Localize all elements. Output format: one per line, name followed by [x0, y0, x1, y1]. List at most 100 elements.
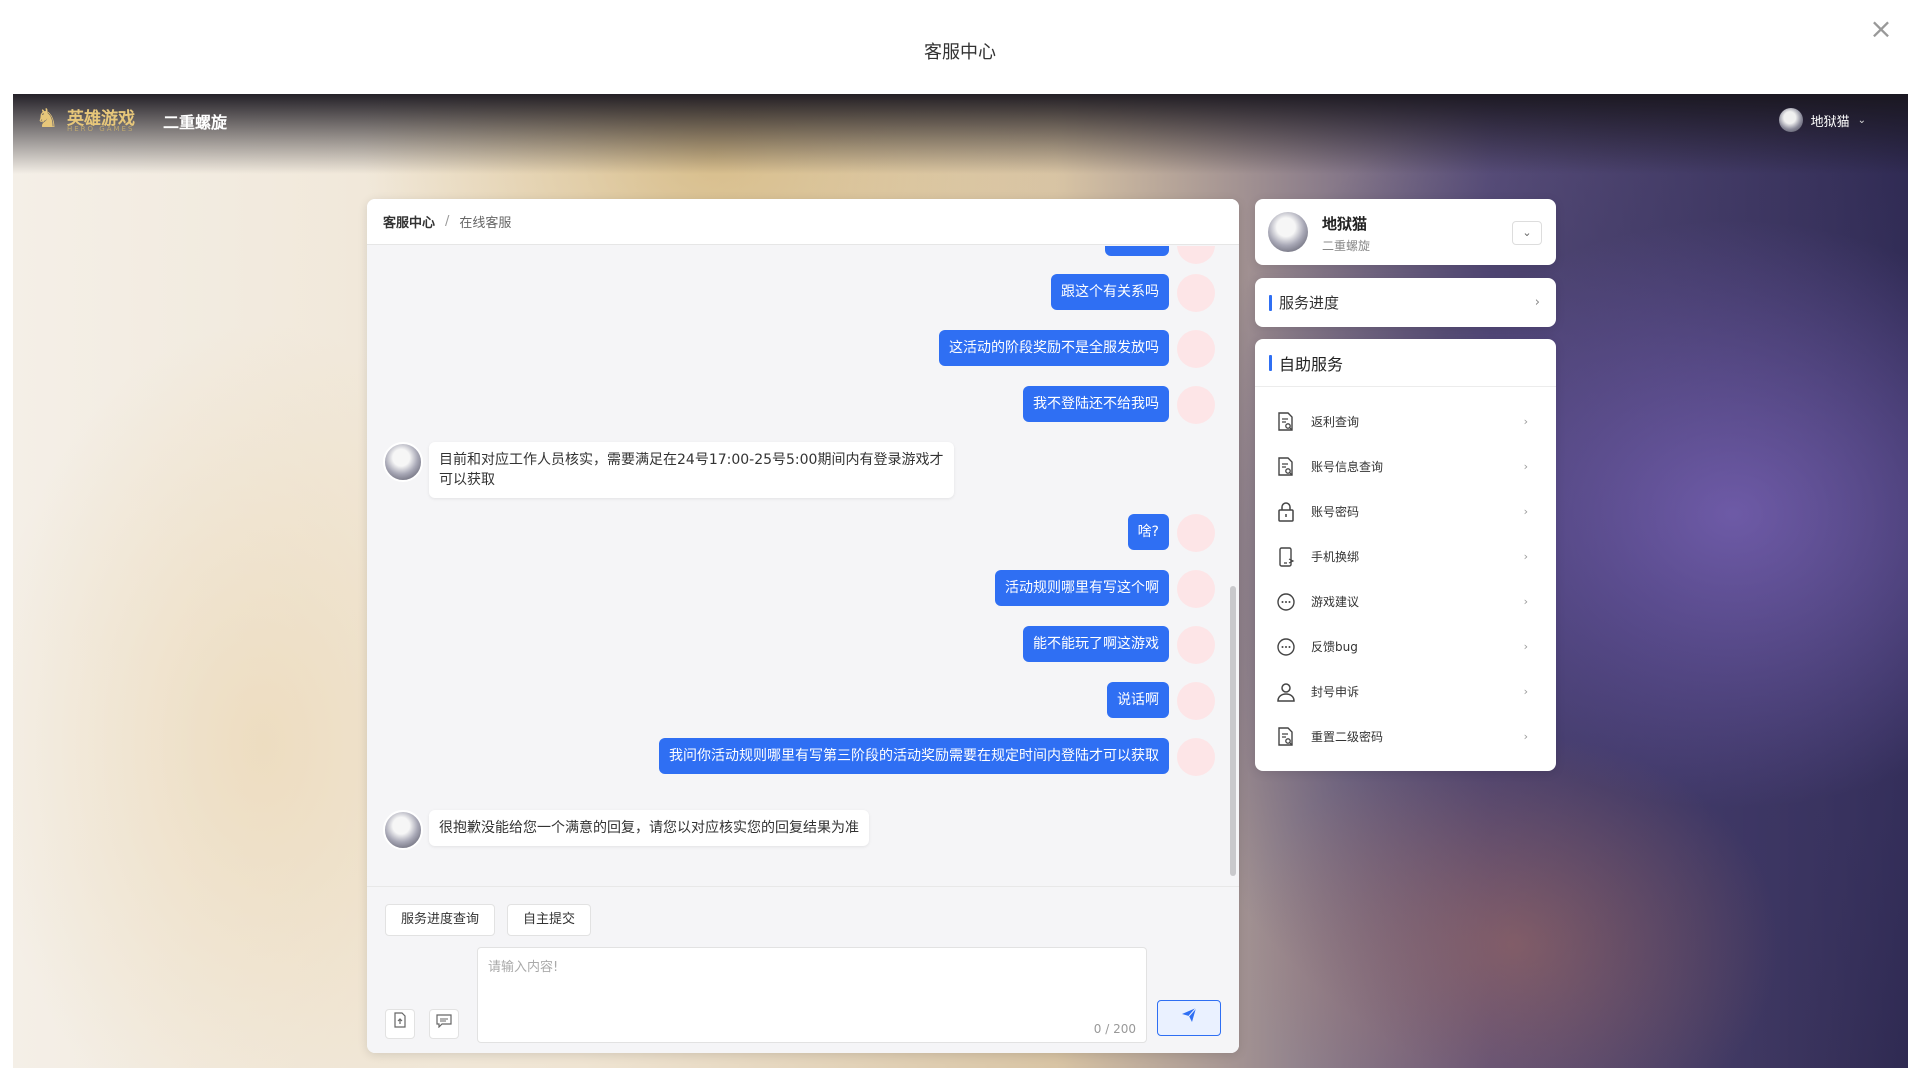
user-menu[interactable]: 地狱猫 ⌄	[1778, 108, 1866, 132]
service-item-label: 封号申诉	[1311, 685, 1360, 699]
send-icon	[1182, 1007, 1197, 1022]
message-bubble: 这活动的阶段奖励不是全服发放吗	[939, 330, 1169, 366]
message-bubble	[1105, 246, 1169, 256]
chevron-right-icon: ›	[1534, 295, 1540, 310]
message-row	[1105, 246, 1215, 264]
service-item-label: 反馈bug	[1311, 640, 1358, 654]
breadcrumb-home[interactable]: 客服中心	[383, 212, 435, 231]
breadcrumb: 客服中心 / 在线客服	[367, 199, 1239, 245]
lock-icon	[1275, 501, 1297, 523]
service-item-phone-rebind[interactable]: 手机换绑 ›	[1255, 534, 1556, 579]
accent-bar	[1269, 354, 1272, 371]
avatar	[1177, 514, 1215, 552]
chevron-right-icon: ›	[1523, 415, 1528, 428]
self-service-title: 自助服务	[1255, 339, 1556, 387]
avatar	[1177, 738, 1215, 776]
message-bubble: 活动规则哪里有写这个啊	[995, 570, 1169, 606]
message-template-icon[interactable]	[429, 1009, 459, 1039]
service-item-reset-secondary-password[interactable]: 重置二级密码 ›	[1255, 714, 1556, 759]
message-row: 活动规则哪里有写这个啊	[995, 570, 1215, 608]
chevron-right-icon: ›	[1523, 730, 1528, 743]
service-item-label: 重置二级密码	[1311, 730, 1384, 744]
self-service-card: 自助服务 返利查询 › 账号信息查询 › 账号密码 › 手机换绑 › 游戏建议 …	[1255, 339, 1556, 771]
avatar	[1778, 108, 1803, 132]
message-row: 跟这个有关系吗	[1051, 274, 1215, 312]
service-progress-label: 服务进度	[1279, 294, 1340, 312]
service-item-label: 手机换绑	[1311, 550, 1360, 564]
message-row: 这活动的阶段奖励不是全服发放吗	[939, 330, 1215, 368]
message-input[interactable]	[478, 948, 1146, 1042]
message-row: 很抱歉没能给您一个满意的回复，请您以对应核实您的回复结果为准	[383, 810, 869, 850]
service-item-label: 返利查询	[1311, 415, 1360, 429]
chevron-down-icon: ⌄	[1857, 114, 1866, 126]
service-item-ban-appeal[interactable]: 封号申诉 ›	[1255, 669, 1556, 714]
avatar	[1177, 246, 1215, 264]
chevron-right-icon: ›	[1523, 595, 1528, 608]
service-item-rebate-query[interactable]: 返利查询 ›	[1255, 399, 1556, 444]
service-item-label: 游戏建议	[1311, 595, 1360, 609]
message-bubble: 跟这个有关系吗	[1051, 274, 1169, 310]
avatar	[383, 442, 423, 482]
avatar	[1177, 626, 1215, 664]
service-sidebar: 地狱猫 二重螺旋 ⌄ 服务进度 › 自助服务 返利查询 › 账号信息查询 › 账…	[1255, 199, 1556, 771]
message-bubble: 很抱歉没能给您一个满意的回复，请您以对应核实您的回复结果为准	[429, 810, 869, 846]
service-item-label: 账号密码	[1311, 505, 1360, 519]
message-bubble: 目前和对应工作人员核实，需要满足在24号17:00-25号5:00期间内有登录游…	[429, 442, 954, 498]
service-item-account-info[interactable]: 账号信息查询 ›	[1255, 444, 1556, 489]
modal-header: 客服中心 ×	[0, 0, 1920, 94]
service-progress-query-button[interactable]: 服务进度查询	[385, 904, 496, 936]
service-item-label: 账号信息查询	[1311, 460, 1384, 474]
scrollbar[interactable]	[1230, 586, 1236, 876]
chevron-down-icon[interactable]: ⌄	[1512, 221, 1542, 245]
input-area: 服务进度查询 自主提交 0 / 200	[367, 886, 1239, 1053]
message-bubble: 能不能玩了啊这游戏	[1023, 626, 1169, 662]
document-search-icon	[1275, 456, 1297, 478]
chevron-right-icon: ›	[1523, 505, 1528, 518]
service-item-game-suggestion[interactable]: 游戏建议 ›	[1255, 579, 1556, 624]
breadcrumb-separator: /	[445, 214, 450, 229]
modal-title: 客服中心	[924, 42, 996, 63]
message-row: 我问你活动规则哪里有写第三阶段的活动奖励需要在规定时间内登陆才可以获取	[659, 738, 1215, 776]
message-row: 我不登陆还不给我吗	[1023, 386, 1215, 424]
self-service-list: 返利查询 › 账号信息查询 › 账号密码 › 手机换绑 › 游戏建议 › 反馈b…	[1255, 387, 1556, 759]
chevron-right-icon: ›	[1523, 685, 1528, 698]
chevron-right-icon: ›	[1523, 640, 1528, 653]
self-submit-button[interactable]: 自主提交	[507, 904, 592, 936]
service-item-account-password[interactable]: 账号密码 ›	[1255, 489, 1556, 534]
avatar	[1177, 274, 1215, 312]
avatar	[1177, 330, 1215, 368]
service-item-report-bug[interactable]: 反馈bug ›	[1255, 624, 1556, 669]
top-nav: ♞ 英雄游戏 HERO GAMES 二重螺旋 地狱猫 ⌄	[13, 94, 1908, 144]
accent-bar	[1269, 294, 1272, 311]
message-row: 说话啊	[1107, 682, 1215, 720]
chevron-right-icon: ›	[1523, 550, 1528, 563]
chevron-right-icon: ›	[1523, 460, 1528, 473]
avatar	[1268, 212, 1308, 252]
hero-games-logo-icon[interactable]: ♞	[31, 103, 63, 135]
chat-bubble-icon	[1275, 591, 1297, 613]
chat-bubble-icon	[1275, 636, 1297, 658]
game-background: ♞ 英雄游戏 HERO GAMES 二重螺旋 地狱猫 ⌄ 客服中心 / 在线客服…	[13, 94, 1908, 1068]
upload-file-icon[interactable]	[385, 1009, 415, 1039]
send-button[interactable]	[1157, 1000, 1221, 1036]
game-name: 二重螺旋	[163, 113, 228, 132]
breadcrumb-current: 在线客服	[459, 216, 512, 231]
message-row: 啥?	[1127, 514, 1215, 552]
close-icon[interactable]: ×	[1866, 14, 1896, 44]
chat-panel: 客服中心 / 在线客服 跟这个有关系吗 这活动的阶段奖励不是全服发放吗 我不登陆…	[367, 199, 1239, 1053]
char-counter: 0 / 200	[1093, 1022, 1136, 1036]
profile-card: 地狱猫 二重螺旋 ⌄	[1255, 199, 1556, 265]
avatar	[1177, 386, 1215, 424]
message-row: 目前和对应工作人员核实，需要满足在24号17:00-25号5:00期间内有登录游…	[383, 442, 954, 498]
service-progress-card[interactable]: 服务进度 ›	[1255, 278, 1556, 327]
profile-game: 二重螺旋	[1322, 239, 1371, 253]
self-service-title-text: 自助服务	[1279, 354, 1344, 374]
message-bubble: 我问你活动规则哪里有写第三阶段的活动奖励需要在规定时间内登陆才可以获取	[659, 738, 1169, 774]
avatar	[1177, 570, 1215, 608]
document-search-icon	[1275, 411, 1297, 433]
profile-name: 地狱猫	[1322, 215, 1368, 233]
message-list[interactable]: 跟这个有关系吗 这活动的阶段奖励不是全服发放吗 我不登陆还不给我吗 目前和对应工…	[367, 246, 1239, 886]
message-bubble: 说话啊	[1107, 682, 1169, 718]
brand-subtitle: HERO GAMES	[67, 125, 135, 133]
username: 地狱猫	[1810, 114, 1850, 130]
